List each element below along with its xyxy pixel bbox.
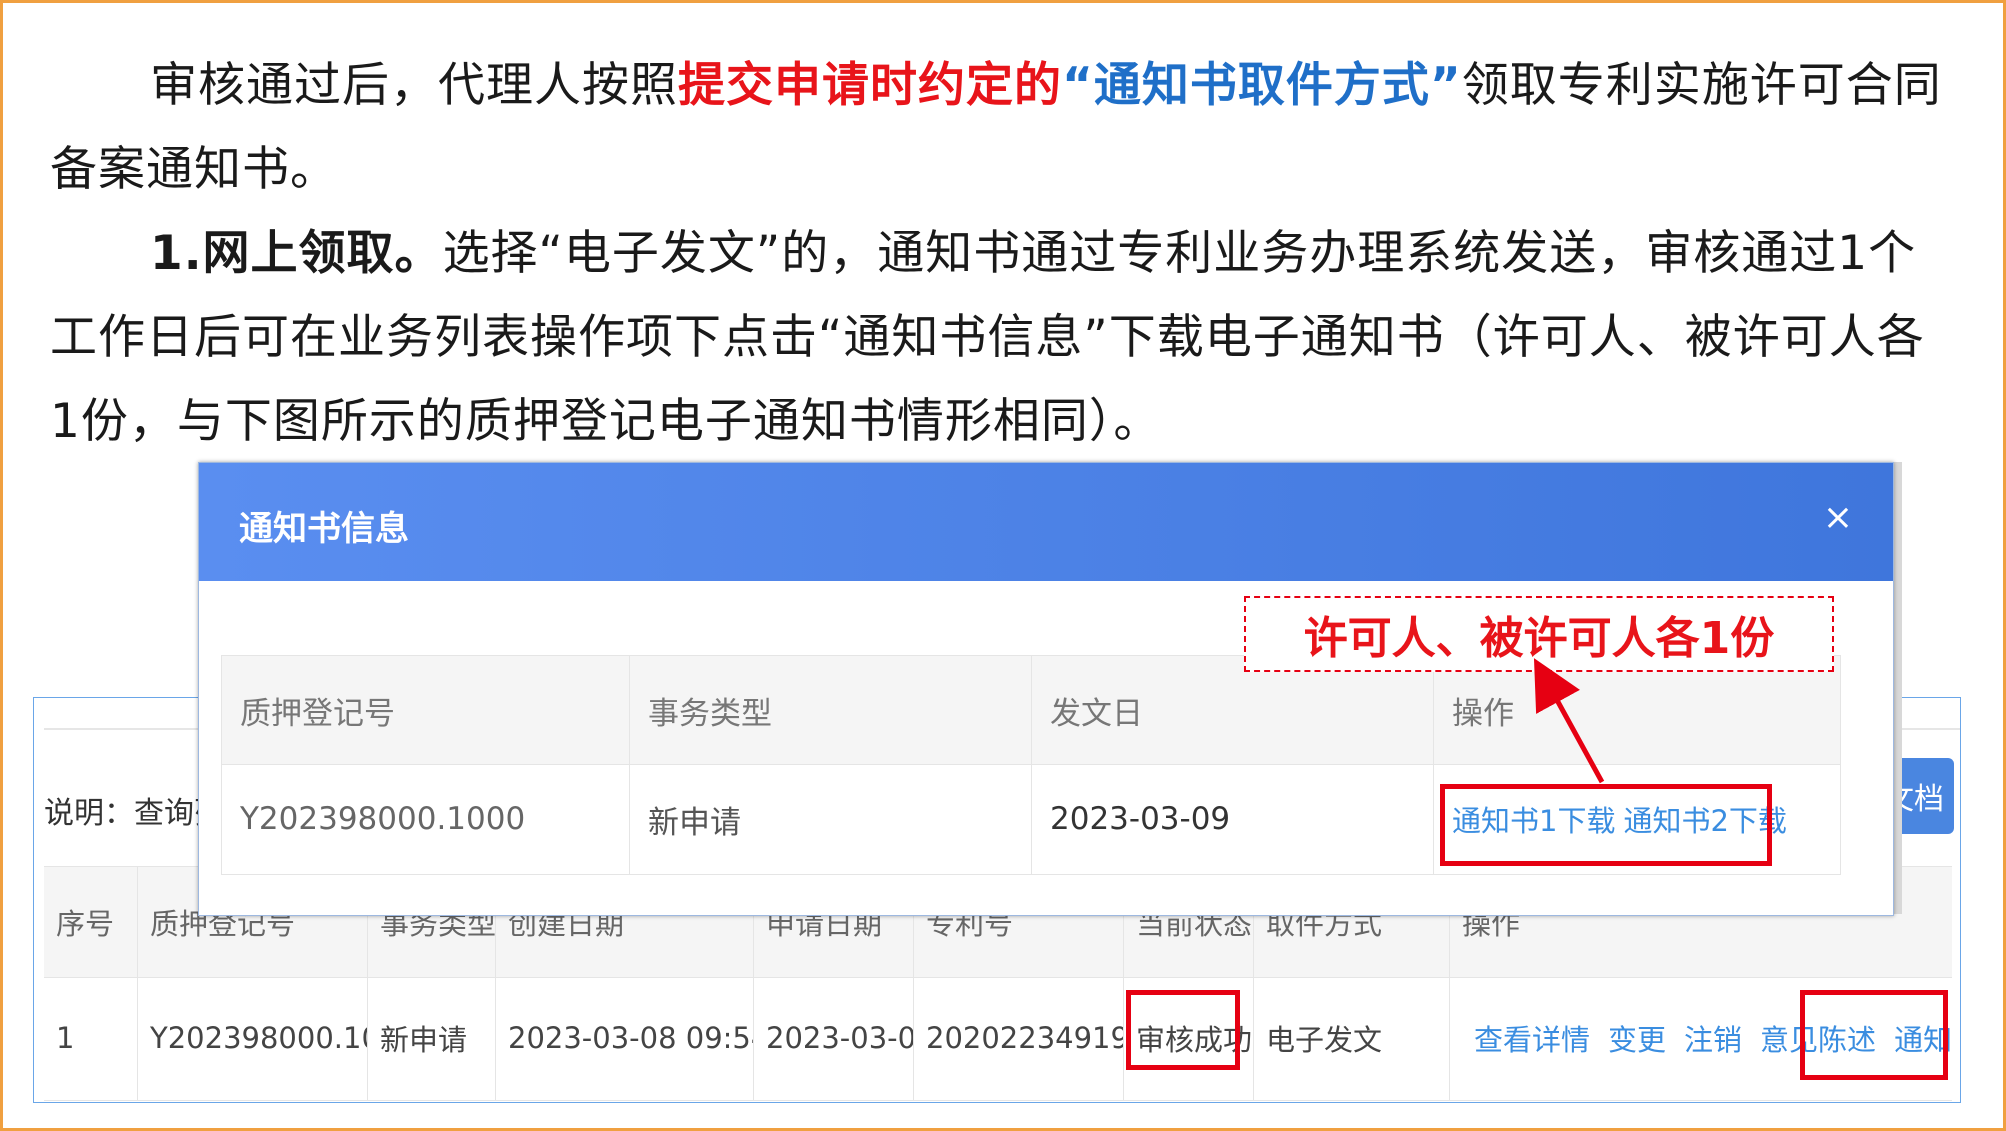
callout-arrow bbox=[1533, 658, 1605, 784]
